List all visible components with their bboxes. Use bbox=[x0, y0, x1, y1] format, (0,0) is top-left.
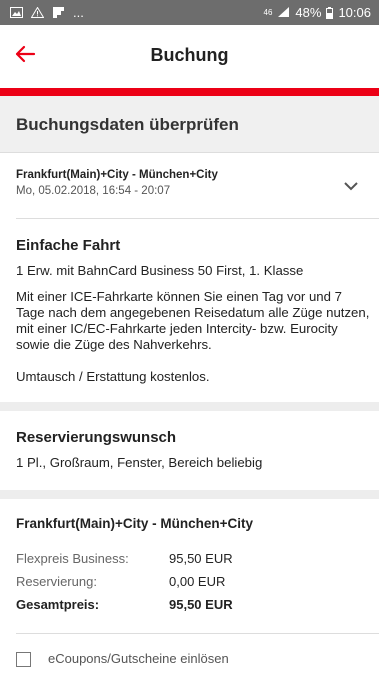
page-title: Buchung bbox=[150, 45, 229, 65]
accent-bar bbox=[0, 88, 379, 96]
signal-icon bbox=[278, 7, 290, 17]
network-type-label: 46 bbox=[263, 8, 273, 17]
fare-title: Einfache Fahrt bbox=[16, 237, 121, 254]
coupon-checkbox[interactable] bbox=[16, 652, 31, 667]
warning-icon bbox=[31, 7, 44, 18]
reservation-details: 1 Pl., Großraum, Fenster, Bereich belieb… bbox=[16, 455, 263, 470]
total-value: 95,50 EUR bbox=[169, 597, 233, 612]
trip-card: Frankfurt(Main)+City - München+City Mo, … bbox=[0, 153, 379, 402]
section-title: Buchungsdaten überprüfen bbox=[16, 115, 239, 134]
status-notifications: ... bbox=[10, 5, 84, 20]
chevron-down-icon[interactable] bbox=[343, 181, 359, 191]
reservation-title: Reservierungswunsch bbox=[16, 429, 177, 446]
reservation-card: Reservierungswunsch 1 Pl., Großraum, Fen… bbox=[0, 411, 379, 490]
gallery-icon bbox=[10, 7, 23, 18]
passenger-info: 1 Erw. mit BahnCard Business 50 First, 1… bbox=[16, 263, 304, 278]
divider bbox=[16, 633, 379, 634]
refund-info: Umtausch / Erstattung kostenlos. bbox=[16, 369, 210, 384]
status-bar: ... 46 48% 10:06 bbox=[0, 0, 379, 25]
status-more-dots: ... bbox=[73, 5, 84, 20]
trip-route: Frankfurt(Main)+City - München+City bbox=[16, 169, 218, 181]
clock: 10:06 bbox=[338, 5, 371, 20]
price-route: Frankfurt(Main)+City - München+City bbox=[16, 516, 254, 531]
price-value: 95,50 EUR bbox=[169, 551, 233, 566]
battery-percent: 48% bbox=[295, 5, 322, 20]
price-card: Frankfurt(Main)+City - München+City Flex… bbox=[0, 499, 379, 675]
price-label: Reservierung: bbox=[16, 574, 97, 589]
fare-conditions: Mit einer ICE-Fahrkarte können Sie einen… bbox=[16, 289, 370, 352]
app-bar: Buchung bbox=[0, 25, 379, 88]
divider bbox=[16, 218, 379, 219]
battery-icon bbox=[326, 6, 334, 19]
coupon-label[interactable]: eCoupons/Gutscheine einlösen bbox=[48, 651, 229, 666]
section-header: Buchungsdaten überprüfen bbox=[0, 96, 379, 153]
price-value: 0,00 EUR bbox=[169, 574, 226, 589]
trip-datetime: Mo, 05.02.2018, 16:54 - 20:07 bbox=[16, 185, 171, 197]
status-system: 46 48% 10:06 bbox=[264, 5, 371, 20]
price-label: Flexpreis Business: bbox=[16, 551, 129, 566]
flipboard-icon bbox=[53, 7, 64, 18]
total-label: Gesamtpreis: bbox=[16, 597, 100, 612]
